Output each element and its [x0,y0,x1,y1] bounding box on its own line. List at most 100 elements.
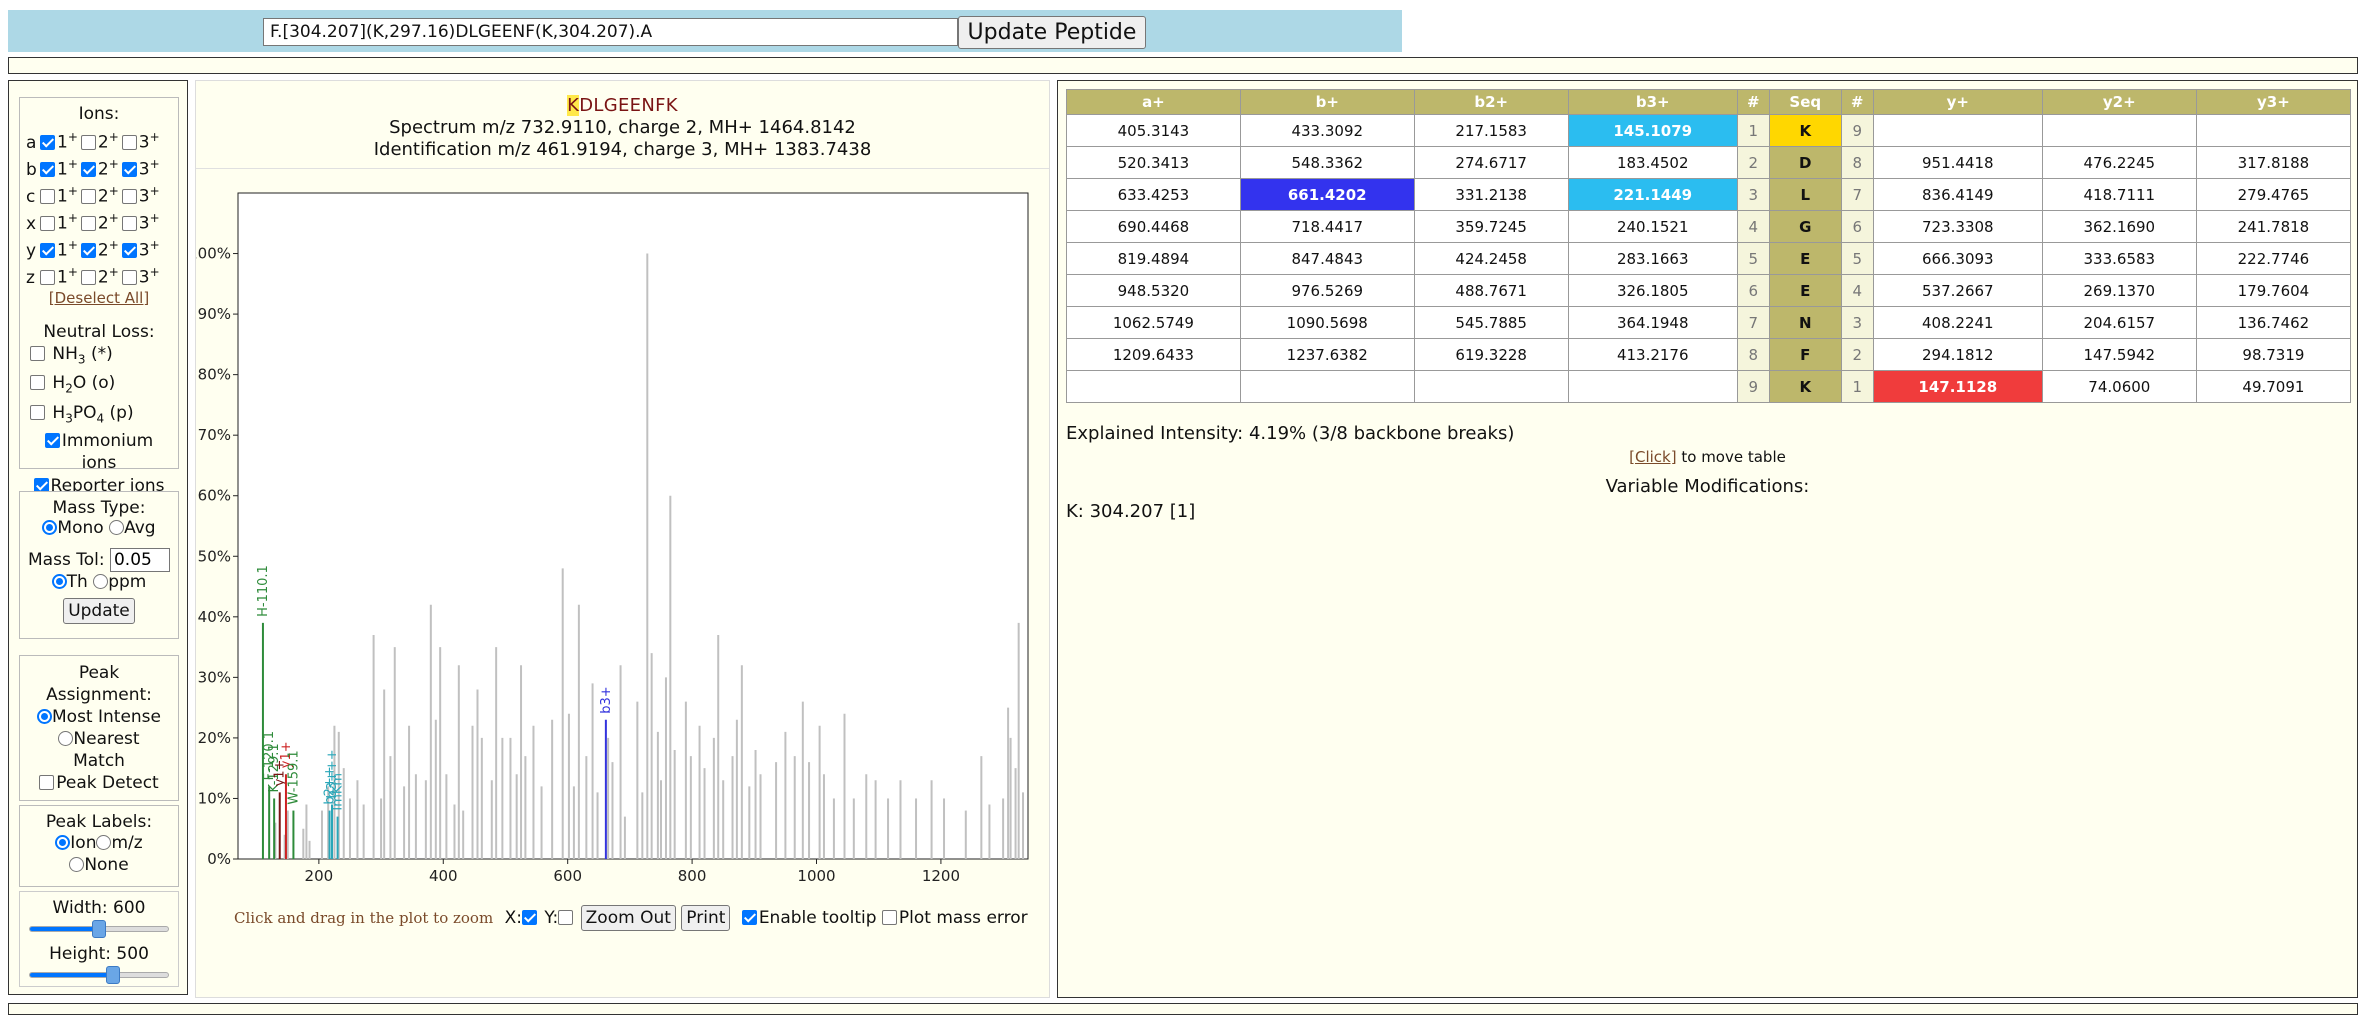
ion-a-charge-3-checkbox[interactable] [121,134,137,150]
immonium-checkbox[interactable] [44,433,60,449]
nearest-match-row[interactable]: Nearest Match [20,728,178,772]
most-intense-label: Most Intense [52,707,161,727]
table-row: 520.3413 548.3362 274.6717 183.4502 2 D 8 951.4… [1066,146,2352,179]
table-cell-n1: 2 [1736,146,1770,179]
nl-nh3-tail: (*) [85,344,113,364]
plot-frame[interactable] [237,192,1029,860]
table-cell-y: 666.3093 [1872,242,2043,275]
bottom-row [8,1003,2358,1015]
ion-x-charge-2-checkbox[interactable] [80,215,96,231]
table-header-cell: b3+ [1567,89,1738,115]
ion-c-charge-1-checkbox[interactable] [40,188,55,204]
peak-detect-checkbox[interactable] [39,775,55,790]
x-tick-label: 400 [429,867,458,885]
immonium-row[interactable]: Immonium ions [20,430,178,474]
none-label-row[interactable]: None [20,854,178,876]
none-label-radio[interactable] [69,857,85,872]
table-cell-y2: 204.6157 [2041,306,2197,339]
height-slider-handle[interactable] [105,966,120,984]
nl-h3po4-checkbox[interactable] [30,404,45,420]
table-cell-n1: 4 [1736,210,1770,243]
table-cell-y2: 74.0600 [2041,370,2197,403]
spectrum-panel: KDLGEENFK Spectrum m/z 732.9110, charge … [188,80,1050,998]
ion-a-charge-2-checkbox[interactable] [80,134,96,150]
nl-h2o-row[interactable]: H2O (o) [20,371,178,400]
nl-h2o-checkbox[interactable] [30,375,45,391]
peak-detect-row[interactable]: Peak Detect [20,772,178,794]
deselect-all-link[interactable]: [Deselect All] [49,289,149,307]
variable-mod-count: [1] [1169,501,1196,522]
plot-mass-error-checkbox[interactable] [881,910,897,925]
modified-residue: K [567,95,580,116]
peak-assignment-box: Peak Assignment: Most Intense Nearest Ma… [19,655,179,801]
nl-nh3-row[interactable]: NH3 (*) [20,342,178,371]
ion-z-charge-3-checkbox[interactable] [121,269,137,285]
ion-a-charge-1-checkbox[interactable] [40,134,55,150]
mono-radio[interactable] [42,520,58,535]
ion-label-radio[interactable] [55,835,71,850]
ion-x-charge-3-checkbox[interactable] [121,215,137,231]
ion-row-a: a 1+ 2+ 3+ [20,124,178,153]
ion-z-charge-1-checkbox[interactable] [40,269,55,285]
table-header-cell: y+ [1872,89,2043,115]
zoom-out-button[interactable]: Zoom Out [580,905,676,931]
mz-label-radio[interactable] [96,835,112,850]
spectrum-plot[interactable]: 0% 10% 20% 30% 40% 50% 60% 70% 80% 90% 100% 200 400 6… [188,179,1046,969]
table-cell-seq: D [1768,146,1842,179]
ion-y-charge-3-checkbox[interactable] [121,242,137,258]
nl-h3po4-row[interactable]: H3PO4 (p) [20,401,178,430]
ion-y-charge-2-checkbox[interactable] [80,242,96,258]
th-radio[interactable] [51,574,67,589]
y-tick-label: 100% [196,245,231,263]
table-cell-y: 537.2667 [1872,274,2043,307]
update-button[interactable]: Update [63,598,135,624]
update-peptide-button[interactable]: Update Peptide [958,16,1146,49]
nl-nh3-checkbox[interactable] [30,346,45,361]
ion-b-charge-3-checkbox[interactable] [121,161,137,177]
ion-y-charge-1-checkbox[interactable] [40,242,55,258]
table-cell-n2: 5 [1840,242,1874,275]
move-table-link[interactable]: [Click] [1629,448,1676,466]
nearest-match-radio[interactable] [58,731,74,746]
charge-label: 1 [57,240,68,261]
mass-tol-input[interactable] [109,548,170,572]
charge-sign: + [149,238,160,252]
spectrum-header: KDLGEENFK Spectrum m/z 732.9110, charge … [196,81,1049,169]
most-intense-row[interactable]: Most Intense [20,706,178,728]
table-cell-y3: 136.7462 [2195,306,2352,339]
print-button[interactable]: Print [681,905,731,931]
table-cell-n2: 6 [1840,210,1874,243]
charge-sign: + [108,157,119,171]
ion-x-charge-1-checkbox[interactable] [40,215,55,231]
table-cell-b [1239,370,1415,403]
table-row: 633.4253 661.4202 331.2138 221.1449 3 L 7 836.4… [1066,178,2352,211]
ion-b-charge-2-checkbox[interactable] [80,161,96,177]
table-header-cell: a+ [1066,89,1241,115]
spectrum-plot-area[interactable]: 0% 10% 20% 30% 40% 50% 60% 70% 80% 90% 100% 200 400 6… [188,179,1046,973]
ion-b-charge-1-checkbox[interactable] [40,161,55,177]
table-cell-b3: 413.2176 [1567,338,1738,371]
height-label: Height: 500 [49,944,149,964]
enable-tooltip-checkbox[interactable] [741,910,757,925]
most-intense-radio[interactable] [37,709,52,724]
ion-z-charge-2-checkbox[interactable] [80,269,96,285]
peptide-input[interactable] [263,18,958,46]
ion-c-charge-3-checkbox[interactable] [121,188,137,204]
zoom-y-checkbox[interactable] [558,910,574,925]
avg-radio[interactable] [109,520,125,535]
width-slider-handle[interactable] [92,920,106,938]
table-cell-y2: 418.7111 [2041,178,2197,211]
height-slider[interactable] [29,966,169,984]
zoom-x-checkbox[interactable] [521,910,537,925]
neutral-loss-title: Neutral Loss: [43,322,155,342]
charge-sign: + [67,184,78,198]
charge-sign: + [149,157,160,171]
charge-label: 1 [57,267,68,288]
width-slider[interactable] [29,920,169,938]
ppm-radio[interactable] [93,574,109,589]
table-row: 819.4894 847.4843 424.2458 283.1663 5 E 5 666.3… [1066,242,2352,275]
table-cell-y3: 279.4765 [2195,178,2352,211]
table-cell-y: 723.3308 [1872,210,2043,243]
ion-c-charge-2-checkbox[interactable] [80,188,96,204]
y-tick-label: 50% [198,547,231,565]
